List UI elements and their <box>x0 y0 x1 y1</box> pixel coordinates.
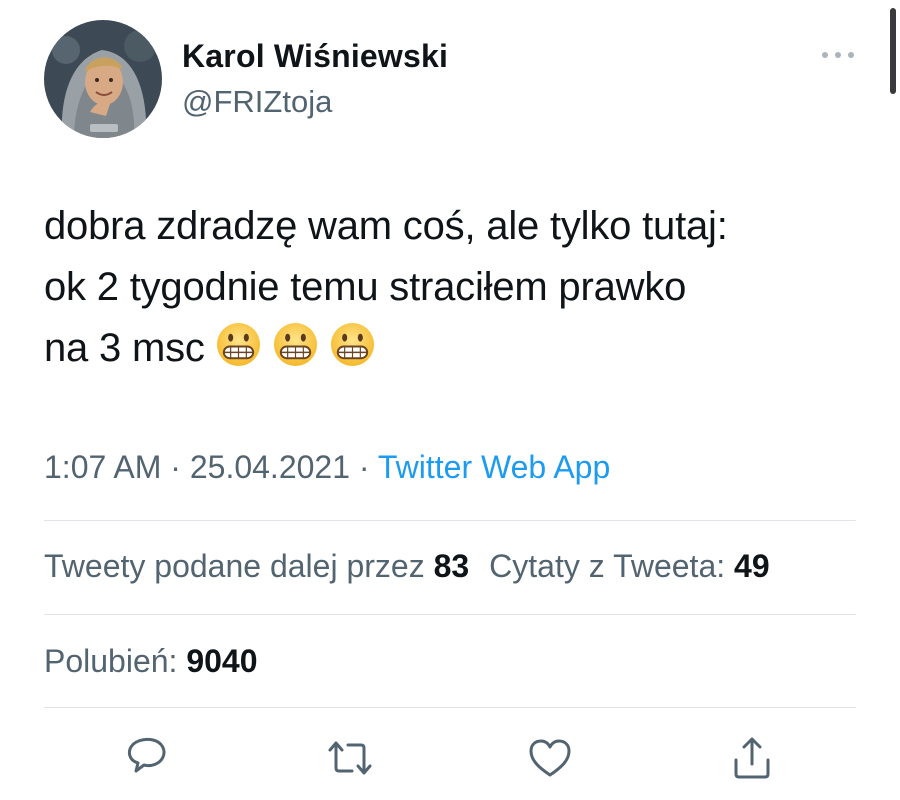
divider <box>44 707 856 708</box>
meta-separator: · <box>170 449 181 485</box>
tweet-text: dobra zdradzę wam coś, ale tylko tutaj: … <box>44 196 874 379</box>
retweet-icon[interactable] <box>326 734 374 782</box>
likes-count: 9040 <box>186 643 258 679</box>
meta-separator: · <box>358 449 370 485</box>
tweet-line-last: na 3 msc <box>44 318 874 379</box>
tweet-date[interactable]: 25.04.2021 <box>190 449 350 485</box>
quotes-count: 49 <box>734 548 770 584</box>
grimacing-face-icon <box>329 321 376 368</box>
avatar-image <box>44 20 162 138</box>
grimacing-face-icon <box>215 321 262 368</box>
reply-icon[interactable] <box>122 734 170 782</box>
quotes-stat[interactable]: Cytaty z Tweeta: 49 <box>489 548 769 584</box>
tweet-source-link[interactable]: Twitter Web App <box>378 449 610 485</box>
scrollbar[interactable] <box>890 8 896 94</box>
divider <box>44 520 856 521</box>
retweets-count: 83 <box>433 548 470 584</box>
avatar[interactable] <box>44 20 162 138</box>
tweet-meta: 1:07 AM · 25.04.2021 · Twitter Web App <box>44 449 610 486</box>
tweet-time[interactable]: 1:07 AM <box>44 449 161 485</box>
more-options-icon[interactable] <box>818 40 858 70</box>
author-name[interactable]: Karol Wiśniewski <box>182 38 448 75</box>
likes-label: Polubień: <box>44 643 178 679</box>
engagement-stats-row: Tweety podane dalej przez 83 Cytaty z Twe… <box>44 548 770 585</box>
retweets-stat[interactable]: Tweety podane dalej przez 83 <box>44 548 469 584</box>
divider <box>44 614 856 615</box>
tweet-line: ok 2 tygodnie temu straciłem prawko <box>44 265 687 309</box>
like-icon[interactable] <box>526 734 574 782</box>
tweet-line: dobra zdradzę wam coś, ale tylko tutaj: <box>44 204 728 248</box>
grimacing-face-icon <box>272 321 319 368</box>
quotes-label: Cytaty z Tweeta: <box>489 548 726 584</box>
retweets-label: Tweety podane dalej przez <box>44 548 425 584</box>
likes-stat[interactable]: Polubień: 9040 <box>44 643 258 679</box>
author-handle[interactable]: @FRIZtoja <box>182 84 332 120</box>
likes-stats-row: Polubień: 9040 <box>44 643 258 680</box>
share-icon[interactable] <box>728 734 776 782</box>
